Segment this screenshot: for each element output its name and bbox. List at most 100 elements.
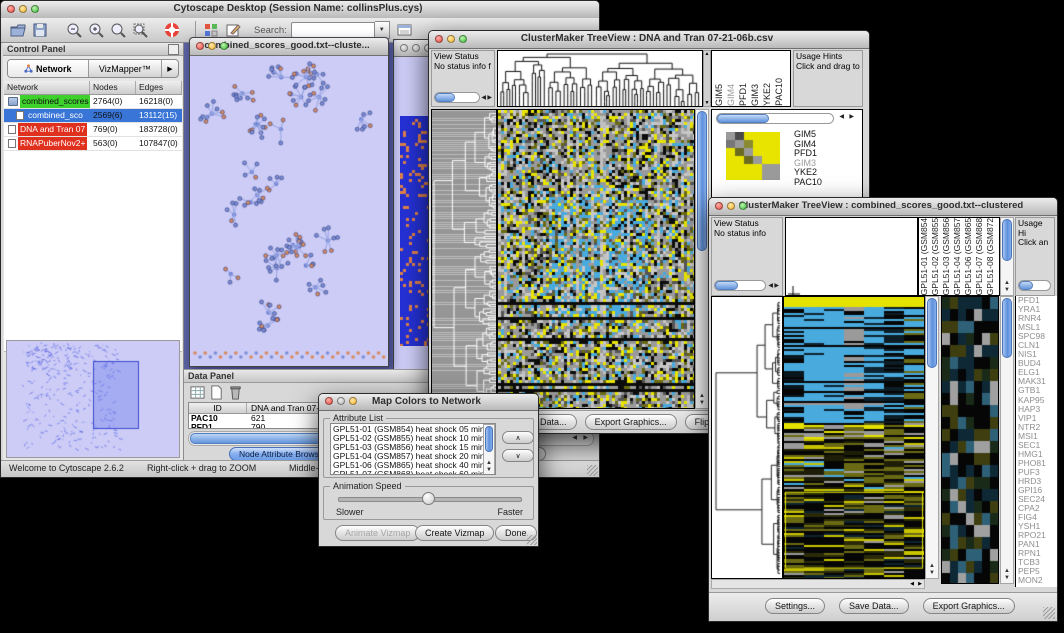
treeview2-column-dendrogram[interactable] bbox=[785, 217, 918, 296]
close-button[interactable] bbox=[435, 35, 443, 43]
scroll-left-arrow[interactable]: ◀ bbox=[910, 580, 914, 588]
scroll-down-arrow[interactable]: ▼ bbox=[484, 467, 494, 474]
tab-vizmapper[interactable]: VizMapper™ bbox=[89, 60, 162, 77]
attribute-item[interactable]: GPL51-07 (GSM868) heat shock 60 min bbox=[333, 470, 495, 475]
gene-label[interactable]: HMG1 bbox=[1018, 450, 1057, 459]
cytoscape-titlebar[interactable]: Cytoscape Desktop (Session Name: collins… bbox=[1, 1, 599, 19]
treeview2-action-button[interactable]: Settings... bbox=[765, 598, 825, 614]
gene-label[interactable]: YSH1 bbox=[1018, 522, 1057, 531]
gene-label[interactable]: HRD3 bbox=[1018, 477, 1057, 486]
overview-canvas[interactable] bbox=[7, 341, 177, 455]
treeview1-column-dendrogram[interactable] bbox=[497, 50, 703, 107]
gene-label[interactable]: MSI1 bbox=[1018, 432, 1057, 441]
treeview2-heatmap[interactable] bbox=[783, 296, 925, 579]
scroll-up-arrow[interactable]: ▲ bbox=[926, 563, 938, 570]
treeview2-labels-vscrollbar[interactable]: ▲ ▼ bbox=[1000, 217, 1014, 296]
speed-slider-thumb[interactable] bbox=[422, 492, 435, 505]
scroll-up-arrow[interactable]: ▲ bbox=[696, 393, 708, 400]
scroll-up-arrow[interactable]: ▲ bbox=[704, 51, 710, 57]
gene-label[interactable]: PAN1 bbox=[1018, 540, 1057, 549]
index-card-icon[interactable] bbox=[396, 21, 414, 39]
zoom-button[interactable] bbox=[459, 35, 467, 43]
array-column-label[interactable]: GPL51-04 (GSM857) bbox=[952, 217, 963, 295]
treeview2-row-dendrogram[interactable] bbox=[711, 296, 783, 579]
dialog-titlebar[interactable]: Map Colors to Network bbox=[319, 394, 538, 411]
column-label[interactable]: GIM4 bbox=[726, 84, 738, 106]
array-column-label[interactable]: GPL51-07 (GSM868) bbox=[974, 217, 985, 295]
treeview2-titlebar[interactable]: ClusterMaker TreeView : combined_scores_… bbox=[709, 198, 1057, 216]
scroll-up-arrow[interactable]: ▲ bbox=[484, 460, 494, 467]
gene-label[interactable]: CLN1 bbox=[1018, 341, 1057, 350]
attribute-item[interactable]: GPL51-06 (GSM865) heat shock 40 min bbox=[333, 461, 495, 470]
minimize-button[interactable] bbox=[19, 5, 27, 13]
gene-label[interactable]: PHO81 bbox=[1018, 459, 1057, 468]
minimize-button[interactable] bbox=[412, 44, 420, 52]
attribute-item[interactable]: GPL51-03 (GSM856) heat shock 15 min bbox=[333, 443, 495, 452]
move-up-button[interactable]: ∧ bbox=[502, 431, 534, 444]
treeview1-row-dendrogram[interactable] bbox=[431, 109, 497, 409]
scroll-left-arrow[interactable]: ◀ bbox=[481, 93, 486, 104]
zoom-out-icon[interactable] bbox=[65, 21, 83, 39]
animate-vizmap-button[interactable]: Animate Vizmap bbox=[335, 525, 420, 541]
network-row[interactable]: combined_scores 2764(0) 16218(0) bbox=[4, 95, 182, 109]
treeview2-detail-vscrollbar[interactable]: ▲ ▼ bbox=[1000, 296, 1014, 584]
column-label[interactable]: YKE2 bbox=[762, 83, 774, 106]
gene-label[interactable]: CPA2 bbox=[1018, 504, 1057, 513]
column-label[interactable]: PFD1 bbox=[738, 83, 750, 106]
attribute-item[interactable]: GPL51-02 (GSM855) heat shock 10 min bbox=[333, 434, 495, 443]
gene-label[interactable]: GPI16 bbox=[1018, 486, 1057, 495]
usage-scrollbar[interactable] bbox=[1018, 280, 1051, 291]
search-input[interactable] bbox=[291, 22, 375, 38]
scroll-down-arrow[interactable]: ▼ bbox=[704, 100, 710, 106]
scroll-up-arrow[interactable]: ▲ bbox=[1001, 568, 1013, 575]
view-status-scrollbar[interactable] bbox=[434, 92, 480, 103]
scroll-down-arrow[interactable]: ▼ bbox=[1001, 575, 1013, 582]
view-status-scrollbar[interactable] bbox=[714, 280, 766, 291]
gene-label[interactable]: NIS1 bbox=[1018, 350, 1057, 359]
treeview2-detail-heatmap[interactable] bbox=[941, 296, 999, 584]
network-row[interactable]: combined_sco 2569(6) 13112(15) bbox=[4, 109, 182, 123]
array-column-label[interactable]: GPL51-01 (GSM854) bbox=[919, 217, 930, 295]
network-grid-canvas[interactable] bbox=[400, 116, 430, 346]
gene-label[interactable]: ELG1 bbox=[1018, 368, 1057, 377]
network-window-a-titlebar[interactable]: combined_scores_good.txt--cluste... bbox=[190, 38, 388, 56]
minimize-button[interactable] bbox=[447, 35, 455, 43]
resize-grip[interactable] bbox=[587, 465, 598, 476]
treeview1-titlebar[interactable]: ClusterMaker TreeView : DNA and Tran 07-… bbox=[429, 31, 869, 49]
detail-hscrollbar[interactable] bbox=[716, 113, 834, 124]
scroll-down-arrow[interactable]: ▼ bbox=[696, 400, 708, 407]
gene-label[interactable]: MAK31 bbox=[1018, 377, 1057, 386]
hscroll-thumb[interactable] bbox=[190, 433, 332, 444]
gene-label[interactable]: KAP95 bbox=[1018, 396, 1057, 405]
selected-cluster-matrix[interactable] bbox=[726, 132, 780, 180]
column-label[interactable]: GIM5 bbox=[714, 84, 726, 106]
save-icon[interactable] bbox=[31, 21, 49, 39]
attribute-listbox[interactable]: GPL51-01 (GSM854) heat shock 05 minGPL51… bbox=[330, 423, 496, 475]
create-vizmap-button[interactable]: Create Vizmap bbox=[415, 525, 494, 541]
attribute-table-icon[interactable] bbox=[190, 385, 205, 400]
network-view-canvas[interactable] bbox=[190, 56, 386, 365]
gene-label[interactable]: FIG4 bbox=[1018, 513, 1057, 522]
gene-label[interactable]: MSL1 bbox=[1018, 323, 1057, 332]
network-row[interactable]: DNA and Tran 07 769(0) 183728(0) bbox=[4, 123, 182, 137]
help-lifering-icon[interactable] bbox=[163, 21, 181, 39]
close-button[interactable] bbox=[400, 44, 408, 52]
resize-grip[interactable] bbox=[1043, 607, 1055, 619]
zoom-button[interactable] bbox=[349, 397, 357, 405]
treeview1-heatmap[interactable] bbox=[497, 109, 695, 409]
scroll-left-arrow[interactable]: ◀ bbox=[839, 112, 844, 123]
gene-label[interactable]: NTR2 bbox=[1018, 423, 1057, 432]
column-label[interactable]: GIM3 bbox=[750, 84, 762, 106]
array-column-label[interactable]: GPL51-08 (GSM872) bbox=[985, 217, 996, 295]
zoom-selected-icon[interactable] bbox=[109, 21, 127, 39]
gene-label[interactable]: RPN1 bbox=[1018, 549, 1057, 558]
close-button[interactable] bbox=[325, 397, 333, 405]
gene-label[interactable]: PUF3 bbox=[1018, 468, 1057, 477]
treeview2-hscrollbar[interactable]: ◀ ▶ bbox=[711, 579, 925, 589]
scroll-right-arrow[interactable]: ▶ bbox=[849, 112, 854, 123]
open-file-icon[interactable] bbox=[9, 21, 27, 39]
scroll-down-arrow[interactable]: ▼ bbox=[1001, 287, 1013, 294]
zoom-fit-icon[interactable] bbox=[131, 21, 149, 39]
gene-label[interactable]: BUD4 bbox=[1018, 359, 1057, 368]
zoom-in-icon[interactable] bbox=[87, 21, 105, 39]
